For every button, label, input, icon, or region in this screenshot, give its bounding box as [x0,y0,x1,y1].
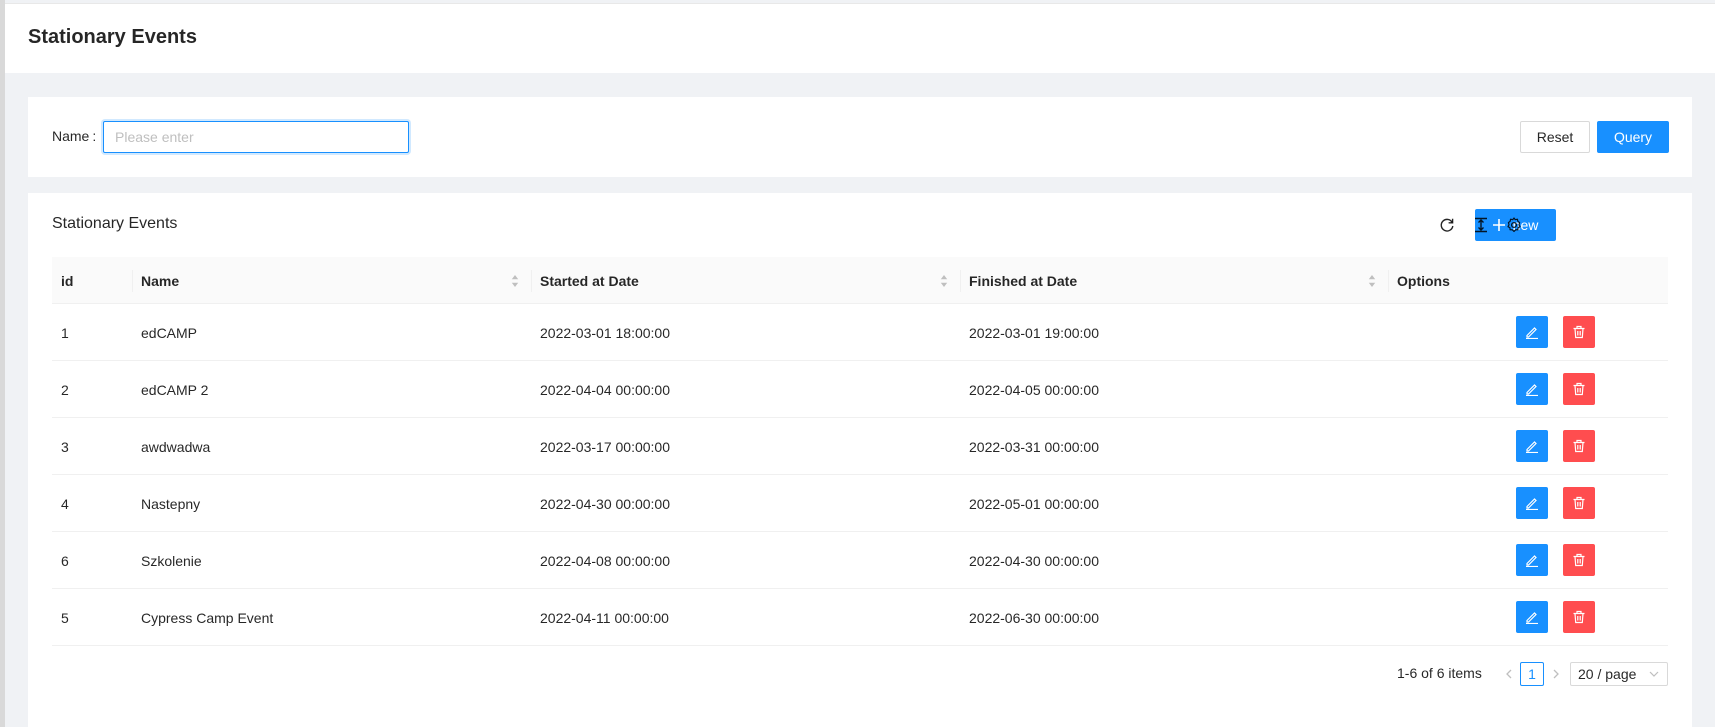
table-row: 5 Cypress Camp Event 2022-04-11 00:00:00… [52,589,1668,646]
sort-icon[interactable] [1368,274,1376,288]
cell-finished-at: 2022-03-01 19:00:00 [969,324,1099,341]
setting-icon[interactable] [1503,214,1525,236]
cell-name: edCAMP [141,324,198,341]
edit-icon [1526,612,1538,624]
delete-button[interactable] [1563,487,1595,519]
delete-icon [1573,496,1585,510]
page-size-select[interactable]: 20 / page [1570,662,1668,686]
name-field-label: Name: [52,128,96,144]
delete-icon [1573,610,1585,624]
name-label-colon: : [92,128,97,144]
cell-id: 5 [61,609,69,626]
reload-icon[interactable] [1436,214,1458,236]
delete-icon [1573,439,1585,453]
table-row: 4 Nastepny 2022-04-30 00:00:00 2022-05-0… [52,475,1668,532]
edit-button[interactable] [1516,487,1548,519]
chevron-down-icon [1649,671,1659,677]
cell-finished-at: 2022-03-31 00:00:00 [969,438,1099,455]
edit-button[interactable] [1516,601,1548,633]
table-card: Stationary Events new id Name Started at… [28,193,1692,727]
cell-finished-at: 2022-06-30 00:00:00 [969,609,1099,626]
edit-button[interactable] [1516,544,1548,576]
delete-icon [1573,553,1585,567]
prev-page-icon[interactable] [1502,666,1516,682]
cell-finished-at: 2022-04-30 00:00:00 [969,552,1099,569]
page-title: Stationary Events [28,26,197,48]
edit-button[interactable] [1516,316,1548,348]
cell-started-at: 2022-04-08 00:00:00 [540,552,670,569]
cell-id: 6 [61,552,69,569]
delete-icon [1573,325,1585,339]
edit-icon [1526,498,1538,510]
table-row: 3 awdwadwa 2022-03-17 00:00:00 2022-03-3… [52,418,1668,475]
cell-started-at: 2022-03-01 18:00:00 [540,324,670,341]
cell-id: 2 [61,381,69,398]
edit-button[interactable] [1516,373,1548,405]
cell-started-at: 2022-04-30 00:00:00 [540,495,670,512]
edit-icon [1526,327,1538,339]
pagination-total: 1-6 of 6 items [1397,665,1482,681]
cell-finished-at: 2022-05-01 00:00:00 [969,495,1099,512]
cell-name: Cypress Camp Event [141,609,274,626]
table-row: 2 edCAMP 2 2022-04-04 00:00:00 2022-04-0… [52,361,1668,418]
cell-id: 4 [61,495,69,512]
cell-name: awdwadwa [141,438,211,455]
edit-icon [1526,384,1538,396]
sort-icon[interactable] [511,274,519,288]
delete-button[interactable] [1563,430,1595,462]
name-search-input[interactable] [103,121,409,153]
cell-started-at: 2022-03-17 00:00:00 [540,438,670,455]
edit-icon [1526,555,1538,567]
reset-button[interactable]: Reset [1520,121,1590,153]
table-title: Stationary Events [52,215,178,232]
column-header-finished-at[interactable]: Finished at Date [960,257,1388,304]
pagination: 1-6 of 6 items 1 20 / page [28,662,1668,686]
next-page-icon[interactable] [1549,666,1563,682]
query-button[interactable]: Query [1597,121,1669,153]
search-form: Name: Reset Query [28,97,1692,177]
edit-button[interactable] [1516,430,1548,462]
delete-button[interactable] [1563,373,1595,405]
cell-id: 1 [61,324,69,341]
table-row: 6 Szkolenie 2022-04-08 00:00:00 2022-04-… [52,532,1668,589]
cell-started-at: 2022-04-11 00:00:00 [540,609,669,626]
cell-name: edCAMP 2 [141,381,209,398]
table-header: id Name Started at Date Finished at Date… [52,257,1668,304]
table-row: 1 edCAMP 2022-03-01 18:00:00 2022-03-01 … [52,304,1668,361]
cell-name: Szkolenie [141,552,202,569]
column-header-started-at[interactable]: Started at Date [531,257,960,304]
column-header-name[interactable]: Name [132,257,531,304]
sort-icon[interactable] [940,274,948,288]
column-height-icon[interactable] [1470,214,1492,236]
delete-button[interactable] [1563,316,1595,348]
page-size-value: 20 / page [1578,666,1637,682]
edit-icon [1526,441,1538,453]
cell-id: 3 [61,438,69,455]
page-header: Stationary Events [5,3,1715,73]
cell-finished-at: 2022-04-05 00:00:00 [969,381,1099,398]
delete-button[interactable] [1563,601,1595,633]
column-header-id: id [61,272,74,289]
cell-name: Nastepny [141,495,201,512]
page-item-current[interactable]: 1 [1520,662,1544,686]
events-table: id Name Started at Date Finished at Date… [52,257,1668,646]
delete-icon [1573,382,1585,396]
delete-button[interactable] [1563,544,1595,576]
cell-started-at: 2022-04-04 00:00:00 [540,381,670,398]
name-label-text: Name [52,128,90,144]
column-header-options: Options [1397,272,1450,289]
left-edge-scrollbar [0,0,5,727]
